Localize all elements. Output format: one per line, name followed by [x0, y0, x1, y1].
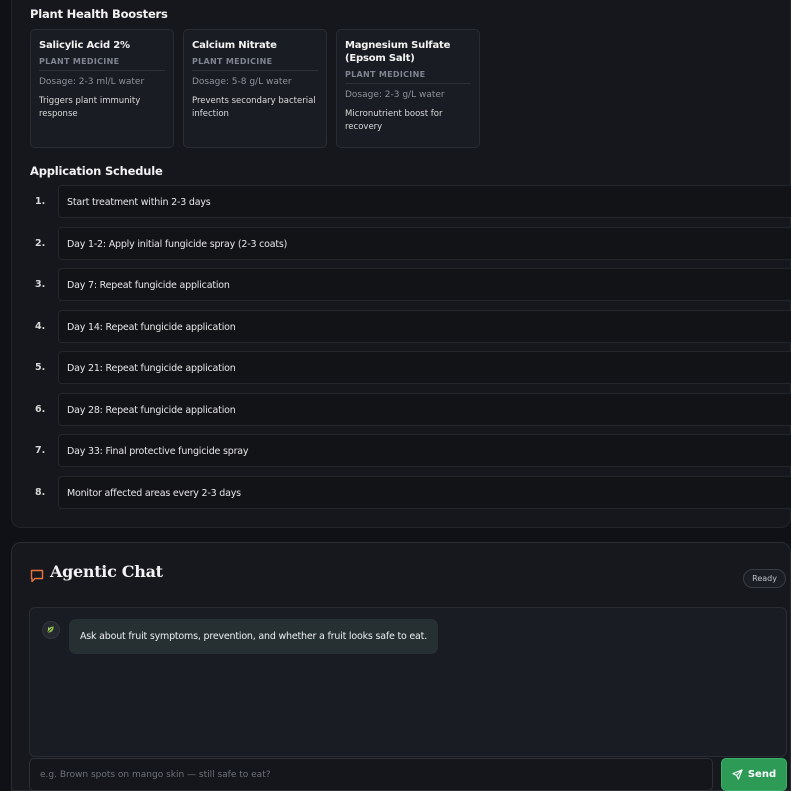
booster-category: PLANT MEDICINE [192, 57, 273, 66]
schedule-step-number: 3. [35, 279, 46, 290]
booster-card: Magnesium Sulfate (Epsom Salt) PLANT MED… [336, 29, 480, 148]
schedule-step-number: 4. [35, 320, 46, 332]
status-badge: Ready [743, 569, 786, 588]
booster-category: PLANT MEDICINE [39, 57, 120, 66]
schedule-step-number: 2. [35, 237, 46, 249]
schedule-step: Day 1-2: Apply initial fungicide spray (… [58, 226, 791, 260]
booster-card: Calcium Nitrate PLANT MEDICINE Dosage: 5… [183, 29, 327, 148]
schedule-step-number: 5. [35, 362, 46, 373]
card-divider [345, 83, 471, 84]
booster-name: Salicylic Acid 2% [39, 40, 130, 51]
booster-name: Magnesium Sulfate (Epsom Salt) [345, 40, 451, 64]
card-divider [192, 70, 318, 71]
schedule-step-number: 7. [35, 445, 46, 456]
chat-messages[interactable]: Ask about fruit symptoms, prevention, an… [29, 607, 787, 757]
schedule-step: Day 21: Repeat fungicide application [58, 351, 791, 384]
schedule-step: Day 7: Repeat fungicide application [58, 268, 791, 301]
chat-bubble-icon [30, 569, 44, 583]
booster-dosage: Dosage: 2-3 g/L water [345, 90, 445, 100]
schedule-step-number: 1. [35, 196, 46, 207]
schedule-title: Application Schedule [30, 164, 163, 178]
schedule-step: Monitor affected areas every 2-3 days [58, 475, 791, 509]
schedule-step: Start treatment within 2-3 days [58, 185, 791, 218]
booster-name: Calcium Nitrate [192, 40, 277, 51]
treatment-panel: Plant Health Boosters Salicylic Acid 2% … [11, 0, 791, 528]
chat-panel: Agentic Chat Ready Ask about fruit sympt… [11, 542, 791, 791]
booster-description: Triggers plant immunity response [39, 96, 141, 119]
chat-title: Agentic Chat [50, 562, 163, 581]
schedule-step: Day 28: Repeat fungicide application [58, 392, 791, 426]
send-button[interactable]: Send [721, 758, 787, 791]
booster-dosage: Dosage: 2-3 ml/L water [39, 77, 145, 87]
schedule-step-number: 6. [35, 403, 46, 415]
page: Plant Health Boosters Salicylic Acid 2% … [0, 0, 791, 791]
send-icon [732, 769, 743, 780]
booster-dosage: Dosage: 5-8 g/L water [192, 77, 292, 87]
booster-description: Prevents secondary bacterial infection [192, 96, 316, 119]
schedule-step: Day 33: Final protective fungicide spray [58, 434, 791, 467]
chat-input[interactable] [29, 758, 713, 791]
booster-card: Salicylic Acid 2% PLANT MEDICINE Dosage:… [30, 29, 174, 148]
booster-description: Micronutrient boost for recovery [345, 109, 443, 132]
card-divider [39, 70, 165, 71]
bot-message: Ask about fruit symptoms, prevention, an… [69, 619, 439, 654]
boosters-title: Plant Health Boosters [30, 7, 168, 21]
booster-category: PLANT MEDICINE [345, 70, 426, 79]
leaf-icon [47, 626, 54, 633]
schedule-step-number: 8. [35, 486, 46, 498]
send-label: Send [747, 769, 777, 780]
bot-avatar [42, 621, 60, 639]
schedule-step: Day 14: Repeat fungicide application [58, 309, 791, 343]
